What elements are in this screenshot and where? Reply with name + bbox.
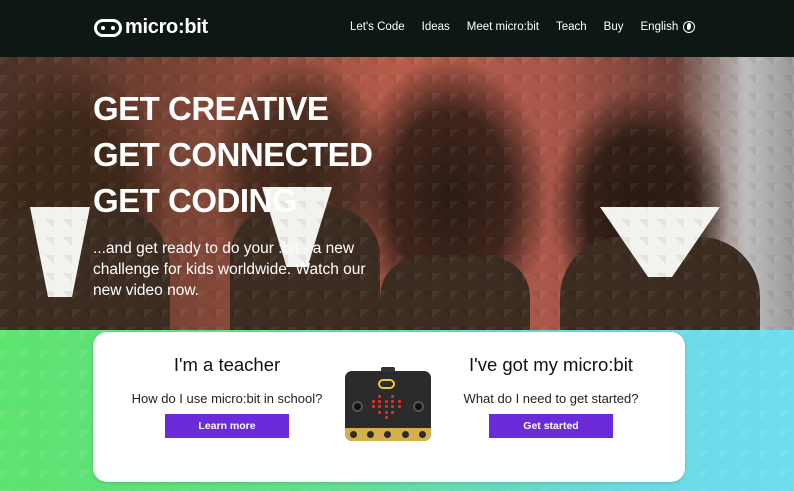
get-started-button[interactable]: Get started xyxy=(489,414,613,438)
headline-line: GET CONNECTED xyxy=(93,136,373,173)
board-edge-connector xyxy=(345,428,431,441)
hero-photo-figure xyxy=(30,207,90,297)
nav-ideas[interactable]: Ideas xyxy=(422,21,450,33)
nav-teach[interactable]: Teach xyxy=(556,21,587,33)
teacher-question: How do I use micro:bit in school? xyxy=(131,391,323,406)
audience-card: I'm a teacher How do I use micro:bit in … xyxy=(93,332,685,482)
owner-title: I've got my micro:bit xyxy=(469,354,633,375)
teacher-column: I'm a teacher How do I use micro:bit in … xyxy=(112,332,342,438)
board-button-a xyxy=(352,401,363,412)
hero-photo-figure xyxy=(600,207,720,277)
nav-buy[interactable]: Buy xyxy=(604,21,624,33)
globe-icon[interactable] xyxy=(683,21,696,33)
teacher-title: I'm a teacher xyxy=(173,354,281,375)
board-connector xyxy=(381,367,395,372)
hero-photo-figure xyxy=(560,237,760,330)
top-navigation-bar: micro:bit Let's Code Ideas Meet micro:bi… xyxy=(0,0,794,57)
board-button-b xyxy=(413,401,424,412)
main-nav: Let's Code Ideas Meet micro:bit Teach Bu… xyxy=(350,21,696,33)
hero-subtext[interactable]: ...and get ready to do your :bit - a new… xyxy=(93,238,393,301)
board-logo xyxy=(378,379,395,389)
headline-line: GET CODING xyxy=(93,182,298,219)
hero-headline: GET CREATIVE GET CONNECTED GET CODING xyxy=(93,86,373,224)
microbit-logo-icon xyxy=(94,18,122,37)
hero-photo-figure xyxy=(380,257,530,330)
nav-lets-code[interactable]: Let's Code xyxy=(350,21,405,33)
headline-line: GET CREATIVE xyxy=(93,90,329,127)
nav-meet-microbit[interactable]: Meet micro:bit xyxy=(467,21,539,33)
learn-more-button[interactable]: Learn more xyxy=(165,414,289,438)
microbit-board-icon xyxy=(345,367,431,441)
owner-question: What do I need to get started? xyxy=(463,391,639,406)
logo-text: micro:bit xyxy=(125,16,208,38)
board-led-grid xyxy=(372,395,404,421)
microbit-logo[interactable]: micro:bit xyxy=(94,16,208,39)
owner-column: I've got my micro:bit What do I need to … xyxy=(436,332,666,438)
nav-language-english[interactable]: English xyxy=(641,21,679,33)
